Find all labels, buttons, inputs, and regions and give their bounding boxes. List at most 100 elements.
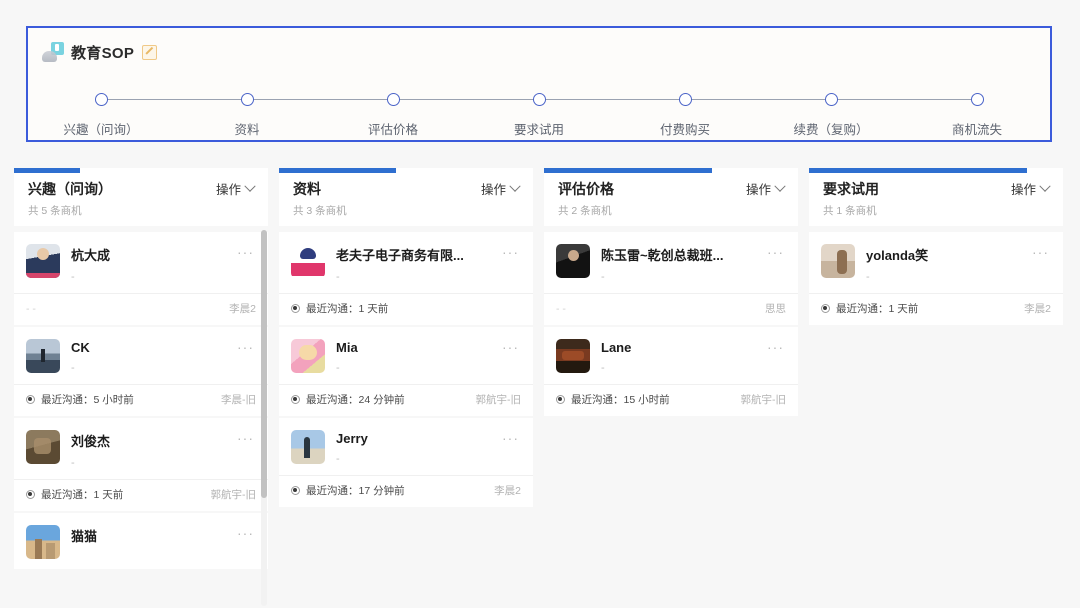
- card-title: 刘俊杰: [71, 434, 111, 449]
- status-dot-icon: [26, 395, 35, 404]
- card-more-icon[interactable]: ···: [233, 430, 256, 445]
- stage-dot-icon: [532, 93, 546, 106]
- opportunity-card[interactable]: Mia - ··· 最近沟通：24 分钟前 郭航宇-旧: [279, 327, 533, 416]
- column-progress-bar: [14, 168, 81, 173]
- stage-item[interactable]: 续费（复购）: [758, 89, 904, 138]
- edit-pencil-icon[interactable]: [142, 44, 158, 60]
- last-contact-text: 最近沟通：5 小时前: [41, 394, 134, 406]
- stage-dot-icon: [240, 93, 254, 106]
- last-contact-text: 最近沟通：24 分钟前: [306, 394, 405, 406]
- stage-label: 评估价格: [367, 123, 418, 137]
- card-last-contact: 最近沟通：1 天前: [26, 487, 123, 502]
- column-count: 共 1 条商机: [823, 205, 877, 217]
- opportunity-card[interactable]: 刘俊杰 - ··· 最近沟通：1 天前 郭航宇-旧: [14, 418, 268, 511]
- column-action-menu[interactable]: 操作: [1011, 179, 1051, 198]
- stage-item[interactable]: 要求试用: [466, 89, 612, 138]
- card-more-icon[interactable]: ···: [1028, 244, 1051, 259]
- stage-label: 资料: [234, 123, 260, 137]
- card-main: CK - ···: [14, 327, 268, 384]
- card-main: 刘俊杰 - ···: [14, 418, 268, 479]
- card-texts: Mia -: [336, 339, 498, 374]
- card-last-contact: 最近沟通：5 小时前: [26, 392, 134, 407]
- stage-item[interactable]: 兴趣（问询）: [28, 89, 174, 138]
- card-last-contact: - -: [556, 303, 566, 315]
- card-texts: yolanda笑 -: [866, 244, 1028, 283]
- opportunity-card[interactable]: yolanda笑 - ··· 最近沟通：1 天前 李晨2: [809, 232, 1063, 325]
- stage-list: 兴趣（问询） 资料 评估价格 要求试用 付费购买 续费（复购） 商机流失: [28, 89, 1050, 138]
- sop-title-row: 教育SOP: [28, 28, 1050, 67]
- avatar: [291, 244, 325, 278]
- stage-item[interactable]: 资料: [174, 89, 320, 138]
- avatar: [556, 339, 590, 373]
- stage-dot-icon: [94, 93, 108, 106]
- stage-dot-icon: [386, 93, 400, 106]
- card-subtitle: -: [71, 271, 75, 283]
- card-owner: 李晨2: [229, 303, 256, 315]
- avatar: [821, 244, 855, 278]
- column-action-label: 操作: [745, 183, 771, 197]
- status-dot-icon: [291, 486, 300, 495]
- status-dot-icon: [291, 395, 300, 404]
- card-footer: 最近沟通：17 分钟前 李晨2: [279, 475, 533, 507]
- card-texts: 猫猫: [71, 525, 233, 545]
- card-more-icon[interactable]: ···: [498, 339, 521, 354]
- column-action-menu[interactable]: 操作: [481, 179, 521, 198]
- card-texts: 老夫子电子商务有限... -: [336, 244, 498, 283]
- chevron-down-icon: [509, 180, 521, 192]
- stage-item[interactable]: 付费购买: [612, 89, 758, 138]
- card-more-icon[interactable]: ···: [233, 525, 256, 540]
- sop-panel: 教育SOP 兴趣（问询） 资料 评估价格 要求试用 付费购买 续费（复购） 商机流失: [26, 26, 1052, 142]
- card-subtitle: -: [71, 457, 75, 469]
- card-more-icon[interactable]: ···: [498, 244, 521, 259]
- column-header-row: 要求试用 操作: [823, 179, 1051, 199]
- last-contact-text: 最近沟通：1 天前: [41, 489, 124, 501]
- column-title: 兴趣（问询）: [28, 181, 112, 197]
- card-last-contact: 最近沟通：1 天前: [821, 301, 918, 316]
- card-last-contact: 最近沟通：1 天前: [291, 301, 388, 316]
- column-header-row: 评估价格 操作: [558, 179, 786, 199]
- stage-item[interactable]: 评估价格: [320, 89, 466, 138]
- card-footer: 最近沟通：1 天前 郭航宇-旧: [14, 479, 268, 511]
- card-subtitle: -: [336, 271, 340, 283]
- card-more-icon[interactable]: ···: [763, 244, 786, 259]
- kanban-column: 资料 操作共 3 条商机 老夫子电子商务有限... - ··· 最近沟通：1 天前 Mia -…: [279, 168, 533, 608]
- avatar: [26, 244, 60, 278]
- column-scrollbar-thumb[interactable]: [261, 230, 267, 498]
- opportunity-card[interactable]: 杭大成 - ··· - - 李晨2: [14, 232, 268, 325]
- column-title: 要求试用: [823, 181, 879, 197]
- card-main: Lane - ···: [544, 327, 798, 384]
- column-title: 资料: [293, 181, 321, 197]
- stage-item[interactable]: 商机流失: [904, 89, 1050, 138]
- card-footer: - - 思思: [544, 293, 798, 325]
- avatar: [556, 244, 590, 278]
- card-more-icon[interactable]: ···: [233, 244, 256, 259]
- card-title: yolanda笑: [866, 248, 929, 263]
- status-dot-icon: [26, 490, 35, 499]
- column-title: 评估价格: [558, 181, 614, 197]
- opportunity-card[interactable]: Jerry - ··· 最近沟通：17 分钟前 李晨2: [279, 418, 533, 507]
- opportunity-card[interactable]: 老夫子电子商务有限... - ··· 最近沟通：1 天前: [279, 232, 533, 325]
- column-action-menu[interactable]: 操作: [216, 179, 256, 198]
- column-body: yolanda笑 - ··· 最近沟通：1 天前 李晨2: [809, 226, 1063, 608]
- last-contact-text: 最近沟通：1 天前: [836, 303, 919, 315]
- opportunity-card[interactable]: 陈玉雷~乾创总裁班... - ··· - - 思思: [544, 232, 798, 325]
- card-title: 猫猫: [71, 529, 98, 544]
- card-more-icon[interactable]: ···: [498, 430, 521, 445]
- opportunity-card[interactable]: Lane - ··· 最近沟通：15 小时前 郭航宇-旧: [544, 327, 798, 416]
- opportunity-card[interactable]: CK - ··· 最近沟通：5 小时前 李晨-旧: [14, 327, 268, 416]
- page-title: 教育SOP: [71, 44, 135, 62]
- opportunity-card[interactable]: 猫猫 ···: [14, 513, 268, 569]
- column-action-menu[interactable]: 操作: [745, 179, 786, 198]
- card-owner: 郭航宇-旧: [475, 394, 522, 406]
- card-title: Lane: [601, 340, 632, 355]
- card-more-icon[interactable]: ···: [763, 339, 786, 354]
- card-more-icon[interactable]: ···: [233, 339, 256, 354]
- kanban-board: 兴趣（问询） 操作共 5 条商机 杭大成 - ··· - - 李晨2 CK - ··· 最近沟通：5…: [14, 168, 1072, 608]
- card-main: 老夫子电子商务有限... - ···: [279, 232, 533, 293]
- card-last-contact: - -: [26, 303, 36, 315]
- card-title: Mia: [336, 340, 358, 355]
- card-main: 猫猫 ···: [14, 513, 268, 569]
- column-progress-bar: [544, 168, 712, 173]
- stage-label: 续费（复购）: [793, 123, 869, 137]
- column-header: 兴趣（问询） 操作共 5 条商机: [14, 168, 268, 226]
